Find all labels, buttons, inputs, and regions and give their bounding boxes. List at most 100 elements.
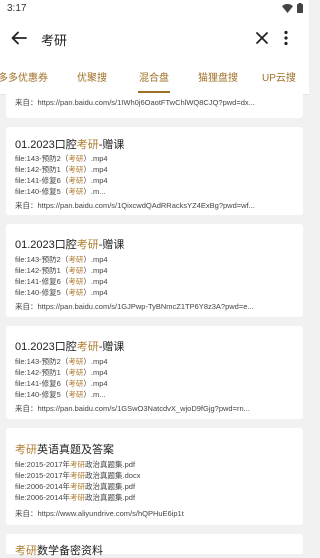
file-text: file:143-预防2（ bbox=[15, 154, 69, 163]
file-text: 政治真题集.pdf bbox=[85, 482, 136, 491]
status-time: 3:17 bbox=[7, 3, 27, 14]
file-highlight: 考研 bbox=[68, 165, 84, 174]
result-title: 考研英语真题及答案 bbox=[15, 441, 114, 457]
file-highlight: 考研 bbox=[70, 482, 86, 491]
file-line: file:140-修复5（考研）.mp4 bbox=[15, 287, 108, 298]
title-highlight: 考研 bbox=[76, 139, 99, 151]
wifi-icon bbox=[282, 3, 293, 13]
file-text: ）.mp4 bbox=[83, 154, 108, 163]
tab-youjusou[interactable]: 优聚搜 bbox=[77, 69, 107, 84]
file-highlight: 考研 bbox=[68, 266, 84, 275]
tab-duoduo[interactable]: 多多优惠券 bbox=[0, 69, 48, 84]
file-text: ）.mp4 bbox=[83, 368, 108, 377]
source-url: https://pan.baidu.com/s/1QixcwdQAdRRacks… bbox=[37, 201, 255, 210]
file-line: file:2006-2014年考研政治真题集.pdf bbox=[15, 481, 135, 492]
file-highlight: 考研 bbox=[70, 460, 86, 469]
source-prefix: 来自： bbox=[15, 509, 38, 518]
file-text: ）.mp4 bbox=[83, 379, 108, 388]
file-line: file:141-修复6（考研）.mp4 bbox=[15, 378, 108, 389]
search-input[interactable]: 考研 bbox=[41, 30, 67, 49]
tab-hunhepan[interactable]: 混合盘 bbox=[138, 69, 170, 93]
file-text: file:140-修复5（ bbox=[15, 390, 69, 399]
title-highlight: 考研 bbox=[76, 341, 99, 353]
title-highlight: 考研 bbox=[76, 239, 99, 251]
source-prefix: 来自： bbox=[15, 404, 38, 413]
title-text: -赠课 bbox=[98, 341, 125, 353]
file-text: file:142-预防1（ bbox=[15, 266, 69, 275]
file-text: file:143-预防2（ bbox=[15, 357, 69, 366]
result-card[interactable]: 01.2023口腔考研-赠课 file:143-预防2（考研）.mp4 file… bbox=[6, 224, 303, 317]
file-highlight: 考研 bbox=[68, 255, 84, 264]
back-arrow-icon[interactable] bbox=[8, 27, 30, 49]
title-text: 01.2023口腔 bbox=[15, 239, 77, 251]
title-text: 英语真题及答案 bbox=[37, 444, 114, 456]
file-line: file:2006-2014年考研政治真题集.pdf bbox=[15, 492, 135, 503]
file-highlight: 考研 bbox=[68, 187, 84, 196]
source-line: 来自：https://www.aliyundrive.com/s/hQPHuE6… bbox=[15, 508, 295, 519]
file-line: file:142-预防1（考研）.mp4 bbox=[15, 164, 108, 175]
file-line: file:143-预防2（考研）.mp4 bbox=[15, 254, 108, 265]
file-text: ）.mp4 bbox=[83, 266, 108, 275]
file-text: file:142-预防1（ bbox=[15, 368, 69, 377]
source-url: https://pan.baidu.com/s/1GJPwp-TyBNmcZ1T… bbox=[37, 302, 254, 311]
file-line: file:140-修复5（考研）.m... bbox=[15, 186, 105, 197]
file-text: ）.m... bbox=[83, 187, 106, 196]
result-card[interactable]: 01.2023口腔考研-赠课 file:143-预防2（考研）.mp4 file… bbox=[6, 326, 303, 419]
file-line: file:142-预防1（考研）.mp4 bbox=[15, 367, 108, 378]
file-text: file:2015-2017年 bbox=[15, 460, 71, 469]
tab-up-yunsou[interactable]: UP云搜 bbox=[262, 69, 296, 84]
file-highlight: 考研 bbox=[68, 277, 84, 286]
file-text: file:2006-2014年 bbox=[15, 482, 71, 491]
source-url: https://pan.baidu.com/s/1GSwO3NatcdvX_wj… bbox=[37, 404, 250, 413]
result-title: 考研数学备密资料 bbox=[15, 542, 103, 558]
file-line: file:143-预防2（考研）.mp4 bbox=[15, 153, 108, 164]
file-text: ）.mp4 bbox=[83, 288, 108, 297]
result-title: 01.2023口腔考研-赠课 bbox=[15, 338, 124, 354]
source-line: 来自：https://pan.baidu.com/s/1GSwO3NatcdvX… bbox=[15, 403, 295, 414]
file-highlight: 考研 bbox=[68, 176, 84, 185]
file-line: file:143-预防2（考研）.mp4 bbox=[15, 356, 108, 367]
result-card[interactable]: 考研英语真题及答案 file:2015-2017年考研政治真题集.pdf fil… bbox=[6, 428, 303, 525]
file-text: ）.mp4 bbox=[83, 277, 108, 286]
file-text: file:141-修复6（ bbox=[15, 277, 69, 286]
file-text: ）.m... bbox=[83, 390, 106, 399]
source-prefix: 来自： bbox=[15, 201, 38, 210]
result-card-partial[interactable]: 来自：https://pan.baidu.com/s/1IWh0j6OaotFT… bbox=[6, 94, 303, 118]
source-url: https://www.aliyundrive.com/s/hQPHuE6ip1… bbox=[37, 509, 184, 518]
file-line: file:141-修复6（考研）.mp4 bbox=[15, 175, 108, 186]
title-text: -赠课 bbox=[98, 239, 125, 251]
result-title: 01.2023口腔考研-赠课 bbox=[15, 236, 124, 252]
clear-icon[interactable] bbox=[252, 28, 272, 48]
file-text: ）.mp4 bbox=[83, 255, 108, 264]
file-text: ）.mp4 bbox=[83, 176, 108, 185]
file-line: file:141-修复6（考研）.mp4 bbox=[15, 276, 108, 287]
more-vert-icon[interactable] bbox=[279, 28, 293, 48]
file-text: 政治真题集.pdf bbox=[85, 460, 136, 469]
file-text: file:140-修复5（ bbox=[15, 288, 69, 297]
result-card-cutoff[interactable]: 考研数学备密资料 bbox=[6, 534, 303, 557]
search-app-bar: 考研 bbox=[0, 18, 309, 58]
source-prefix: 来自： bbox=[15, 98, 38, 107]
file-highlight: 考研 bbox=[68, 379, 84, 388]
file-text: file:142-预防1（ bbox=[15, 165, 69, 174]
source-tabs: 多多优惠券 优聚搜 混合盘 猫狸盘搜 UP云搜 bbox=[0, 58, 309, 95]
source-line: 来自：https://pan.baidu.com/s/1GJPwp-TyBNmc… bbox=[15, 301, 295, 312]
file-highlight: 考研 bbox=[68, 288, 84, 297]
source-url: https://pan.baidu.com/s/1IWh0j6OaotFTwCh… bbox=[37, 98, 255, 107]
tab-maolipansou[interactable]: 猫狸盘搜 bbox=[198, 69, 238, 84]
file-text: file:143-预防2（ bbox=[15, 255, 69, 264]
title-text: 01.2023口腔 bbox=[15, 139, 77, 151]
file-text: file:141-修复6（ bbox=[15, 379, 69, 388]
file-highlight: 考研 bbox=[70, 493, 86, 502]
file-text: file:140-修复5（ bbox=[15, 187, 69, 196]
file-text: 政治真题集.docx bbox=[85, 471, 141, 480]
file-text: file:2006-2014年 bbox=[15, 493, 71, 502]
file-text: file:2015-2017年 bbox=[15, 471, 71, 480]
source-line: 来自：https://pan.baidu.com/s/1IWh0j6OaotFT… bbox=[15, 97, 295, 108]
result-title: 01.2023口腔考研-赠课 bbox=[15, 136, 124, 152]
title-highlight: 考研 bbox=[15, 545, 37, 557]
source-prefix: 来自： bbox=[15, 302, 38, 311]
file-line: file:2015-2017年考研政治真题集.pdf bbox=[15, 459, 135, 470]
battery-icon bbox=[297, 3, 303, 13]
result-card[interactable]: 01.2023口腔考研-赠课 file:143-预防2（考研）.mp4 file… bbox=[6, 127, 303, 215]
